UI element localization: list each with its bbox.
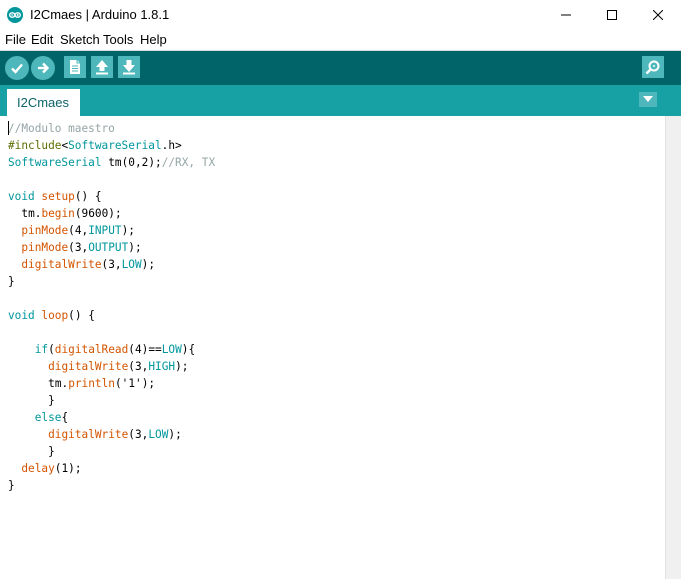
chevron-down-icon	[643, 96, 653, 102]
new-icon	[70, 60, 80, 74]
code-line[interactable]: else{	[8, 409, 215, 426]
tab-label: I2Cmaes	[17, 95, 70, 110]
code-line[interactable]: tm.begin(9600);	[8, 205, 215, 222]
code-line[interactable]: digitalWrite(3,LOW);	[8, 426, 215, 443]
minimize-icon	[561, 14, 571, 16]
code-line[interactable]: SoftwareSerial tm(0,2);//RX, TX	[8, 154, 215, 171]
verify-button[interactable]	[5, 56, 29, 80]
save-button[interactable]	[118, 56, 140, 78]
code-line[interactable]: #include<SoftwareSerial.h>	[8, 137, 215, 154]
code-line[interactable]	[8, 324, 215, 341]
code-line[interactable]: }	[8, 443, 215, 460]
open-icon	[96, 60, 108, 75]
tab-strip: I2Cmaes	[0, 85, 681, 116]
minimize-button[interactable]	[543, 0, 589, 30]
maximize-button[interactable]	[589, 0, 635, 30]
text-cursor	[8, 121, 9, 135]
code-line[interactable]: void loop() {	[8, 307, 215, 324]
arduino-logo-icon	[7, 7, 23, 23]
menu-sketch[interactable]: Sketch	[60, 32, 100, 47]
window-title: I2Cmaes | Arduino 1.8.1	[30, 7, 170, 22]
serial-monitor-button[interactable]	[642, 56, 664, 78]
menu-help[interactable]: Help	[140, 32, 167, 47]
code-line[interactable]: delay(1);	[8, 460, 215, 477]
code-line[interactable]: if(digitalRead(4)==LOW){	[8, 341, 215, 358]
menu-edit[interactable]: Edit	[31, 32, 53, 47]
code-line[interactable]: pinMode(3,OUTPUT);	[8, 239, 215, 256]
code-line[interactable]: pinMode(4,INPUT);	[8, 222, 215, 239]
vertical-scrollbar[interactable]	[665, 116, 681, 579]
upload-button[interactable]	[31, 56, 55, 80]
title-bar: I2Cmaes | Arduino 1.8.1	[0, 0, 681, 30]
code-line[interactable]: tm.println('1');	[8, 375, 215, 392]
upload-icon	[38, 62, 50, 74]
code-line[interactable]: digitalWrite(3,HIGH);	[8, 358, 215, 375]
tab-i2cmaes[interactable]: I2Cmaes	[7, 89, 80, 116]
menu-tools[interactable]: Tools	[103, 32, 133, 47]
close-icon	[653, 10, 663, 20]
tab-menu-button[interactable]	[639, 92, 657, 107]
code-line[interactable]: void setup() {	[8, 188, 215, 205]
menu-bar: File Edit Sketch Tools Help	[0, 30, 681, 50]
maximize-icon	[607, 10, 617, 20]
menu-file[interactable]: File	[5, 32, 26, 47]
code-line[interactable]: }	[8, 273, 215, 290]
code-line[interactable]	[8, 171, 215, 188]
code-line[interactable]: //Modulo maestro	[8, 120, 215, 137]
code-text[interactable]: //Modulo maestro #include<SoftwareSerial.…	[8, 120, 215, 494]
code-line[interactable]	[8, 290, 215, 307]
save-icon	[123, 60, 135, 75]
verify-icon	[11, 63, 23, 74]
close-button[interactable]	[635, 0, 681, 30]
new-button[interactable]	[64, 56, 86, 78]
code-editor[interactable]: //Modulo maestro #include<SoftwareSerial.…	[0, 116, 665, 579]
code-line[interactable]: digitalWrite(3,LOW);	[8, 256, 215, 273]
code-line[interactable]: }	[8, 477, 215, 494]
serial-monitor-icon	[645, 60, 660, 75]
code-line[interactable]: }	[8, 392, 215, 409]
toolbar	[0, 51, 681, 85]
open-button[interactable]	[91, 56, 113, 78]
